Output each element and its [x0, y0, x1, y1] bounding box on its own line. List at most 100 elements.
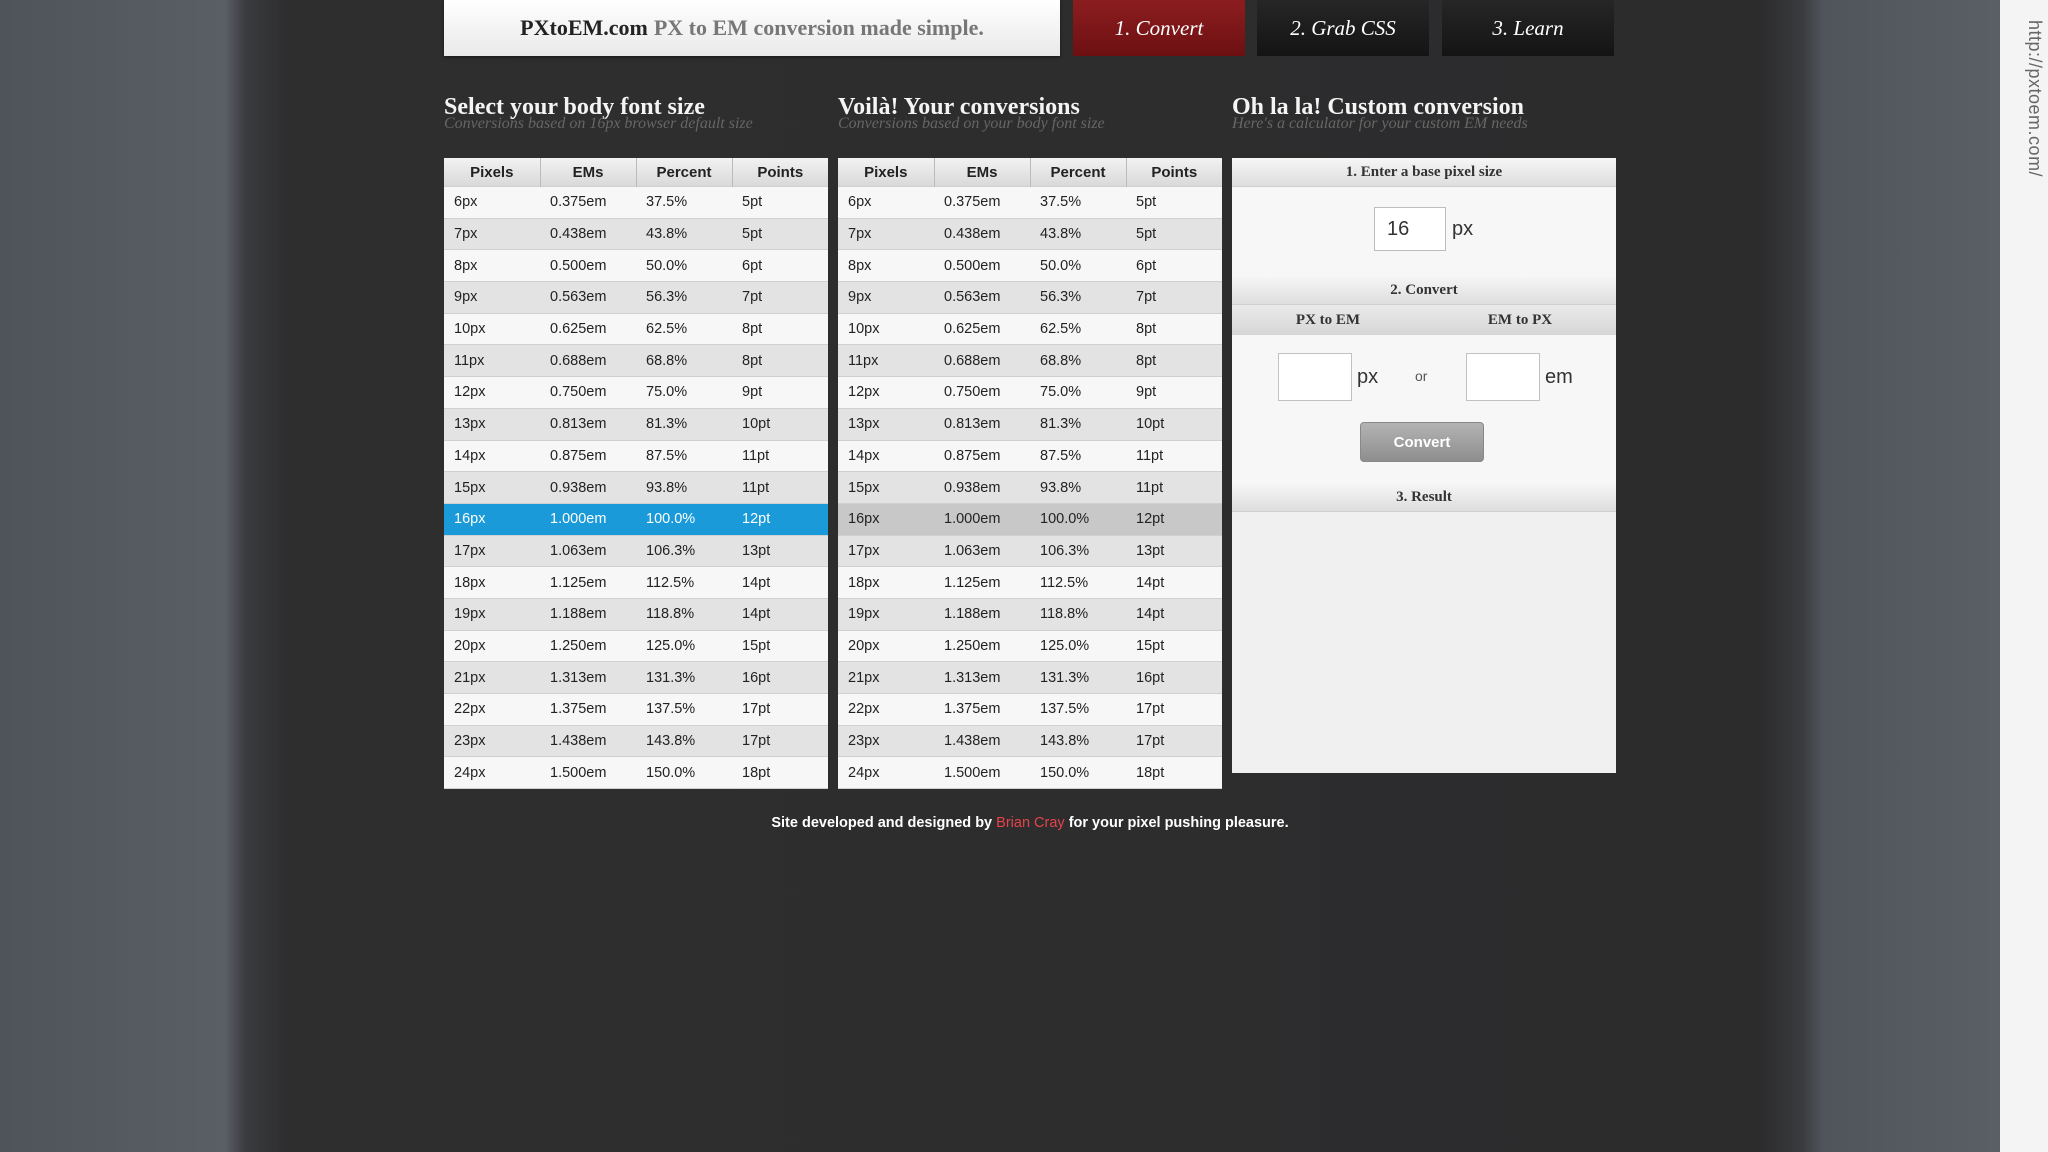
table-row: 10px 0.625em 62.5% 8pt — [838, 313, 1222, 345]
table-row[interactable]: 14px 0.875em 87.5% 11pt — [444, 440, 828, 472]
custom-subtitle: Here's a calculator for your custom EM n… — [1232, 115, 1528, 132]
table-cell: 87.5% — [636, 440, 732, 472]
table-cell: 14pt — [732, 566, 828, 599]
table-cell: 17pt — [732, 725, 828, 757]
table-cell: 0.938em — [934, 471, 1030, 504]
table-row: 11px 0.688em 68.8% 8pt — [838, 344, 1222, 377]
table-row: 22px 1.375em 137.5% 17pt — [838, 693, 1222, 726]
table-row[interactable]: 16px 1.000em 100.0% 12pt — [444, 503, 828, 536]
table-row[interactable]: 7px 0.438em 43.8% 5pt — [444, 218, 828, 250]
table-row[interactable]: 17px 1.063em 106.3% 13pt — [444, 535, 828, 567]
table-cell: 137.5% — [1030, 693, 1126, 726]
table-cell: 112.5% — [1030, 566, 1126, 599]
table-cell: 15px — [838, 471, 934, 504]
table-cell: 8px — [838, 249, 934, 282]
table-cell: 1.375em — [934, 693, 1030, 726]
convert-area: px or em Convert — [1232, 335, 1616, 483]
base-pixel-input[interactable] — [1374, 207, 1446, 251]
table-cell: 93.8% — [1030, 471, 1126, 504]
table-cell: 62.5% — [1030, 313, 1126, 345]
table-row[interactable]: 21px 1.313em 131.3% 16pt — [444, 661, 828, 694]
table-cell: 7pt — [732, 281, 828, 314]
table-cell: 0.875em — [540, 440, 636, 472]
table-cell: 75.0% — [636, 376, 732, 409]
table-row[interactable]: 19px 1.188em 118.8% 14pt — [444, 598, 828, 631]
col-header-ems: EMs — [540, 158, 637, 187]
table-cell: 11pt — [1126, 471, 1222, 504]
table-row[interactable]: 12px 0.750em 75.0% 9pt — [444, 376, 828, 409]
table-row[interactable]: 8px 0.500em 50.0% 6pt — [444, 249, 828, 282]
table-cell: 5pt — [1126, 186, 1222, 219]
table-row[interactable]: 15px 0.938em 93.8% 11pt — [444, 471, 828, 504]
tab-grab-css[interactable]: 2. Grab CSS — [1257, 0, 1429, 56]
site-name: PXtoEM.com — [520, 15, 648, 40]
table-cell: 23px — [444, 725, 540, 757]
table-cell: 1.063em — [540, 535, 636, 567]
table-cell: 18px — [838, 566, 934, 599]
table-cell: 19px — [838, 598, 934, 631]
table-cell: 16pt — [732, 661, 828, 694]
table-cell: 8pt — [732, 344, 828, 377]
table-row[interactable]: 9px 0.563em 56.3% 7pt — [444, 281, 828, 314]
table-cell: 14pt — [1126, 566, 1222, 599]
table-cell: 12px — [838, 376, 934, 409]
table-row[interactable]: 13px 0.813em 81.3% 10pt — [444, 408, 828, 440]
tab-learn[interactable]: 3. Learn — [1442, 0, 1614, 56]
table-cell: 0.500em — [934, 249, 1030, 282]
table-cell: 1.313em — [934, 661, 1030, 694]
table-cell: 21px — [838, 661, 934, 694]
table-cell: 1.125em — [934, 566, 1030, 599]
table-cell: 0.688em — [540, 344, 636, 377]
table-cell: 143.8% — [636, 725, 732, 757]
table-row[interactable]: 24px 1.500em 150.0% 18pt — [444, 756, 828, 789]
table-cell: 9px — [838, 281, 934, 314]
table-cell: 12pt — [732, 503, 828, 536]
table-cell: 1.438em — [934, 725, 1030, 757]
footer-text-after: for your pixel pushing pleasure. — [1068, 815, 1289, 831]
table-cell: 7pt — [1126, 281, 1222, 314]
table-row[interactable]: 11px 0.688em 68.8% 8pt — [444, 344, 828, 377]
convert-button[interactable]: Convert — [1360, 422, 1484, 462]
table-cell: 13pt — [1126, 535, 1222, 567]
table-cell: 150.0% — [1030, 756, 1126, 789]
custom-conversion-panel: 1. Enter a base pixel size px 2. Convert… — [1232, 158, 1616, 773]
tab-convert[interactable]: 1. Convert — [1073, 0, 1245, 56]
table-cell: 137.5% — [636, 693, 732, 726]
table-cell: 9pt — [732, 376, 828, 409]
table-row[interactable]: 10px 0.625em 62.5% 8pt — [444, 313, 828, 345]
px-input[interactable] — [1278, 353, 1352, 401]
table-row[interactable]: 23px 1.438em 143.8% 17pt — [444, 725, 828, 757]
table-cell: 7px — [444, 218, 540, 250]
conversions-heading: Voilà! Your conversions Conversions base… — [838, 92, 1222, 132]
table-cell: 14pt — [1126, 598, 1222, 631]
base-unit-label: px — [1452, 218, 1474, 240]
table-row[interactable]: 18px 1.125em 112.5% 14pt — [444, 566, 828, 599]
table-cell: 18px — [444, 566, 540, 599]
table-row[interactable]: 6px 0.375em 37.5% 5pt — [444, 186, 828, 219]
table-row[interactable]: 22px 1.375em 137.5% 17pt — [444, 693, 828, 726]
table-cell: 125.0% — [1030, 630, 1126, 662]
table-cell: 1.125em — [540, 566, 636, 599]
table-cell: 14px — [838, 440, 934, 472]
table-cell: 143.8% — [1030, 725, 1126, 757]
em-input[interactable] — [1466, 353, 1540, 401]
table-cell: 7px — [838, 218, 934, 250]
table-cell: 125.0% — [636, 630, 732, 662]
site-tagline: PX to EM conversion made simple. — [653, 15, 984, 40]
table-cell: 0.500em — [540, 249, 636, 282]
table-cell: 21px — [444, 661, 540, 694]
table-cell: 16pt — [1126, 661, 1222, 694]
table-cell: 112.5% — [636, 566, 732, 599]
table-cell: 1.063em — [934, 535, 1030, 567]
author-link[interactable]: Brian Cray — [996, 815, 1065, 831]
table-row[interactable]: 20px 1.250em 125.0% 15pt — [444, 630, 828, 662]
table-cell: 0.438em — [934, 218, 1030, 250]
table-cell: 11pt — [732, 471, 828, 504]
conversions-table: Pixels EMs Percent Points 6px 0.375em 37.5… — [838, 158, 1222, 789]
table-cell: 1.375em — [540, 693, 636, 726]
table-cell: 0.750em — [934, 376, 1030, 409]
table-row: 21px 1.313em 131.3% 16pt — [838, 661, 1222, 694]
table-cell: 1.000em — [934, 503, 1030, 536]
table-cell: 1.500em — [540, 756, 636, 789]
table-row: 18px 1.125em 112.5% 14pt — [838, 566, 1222, 599]
